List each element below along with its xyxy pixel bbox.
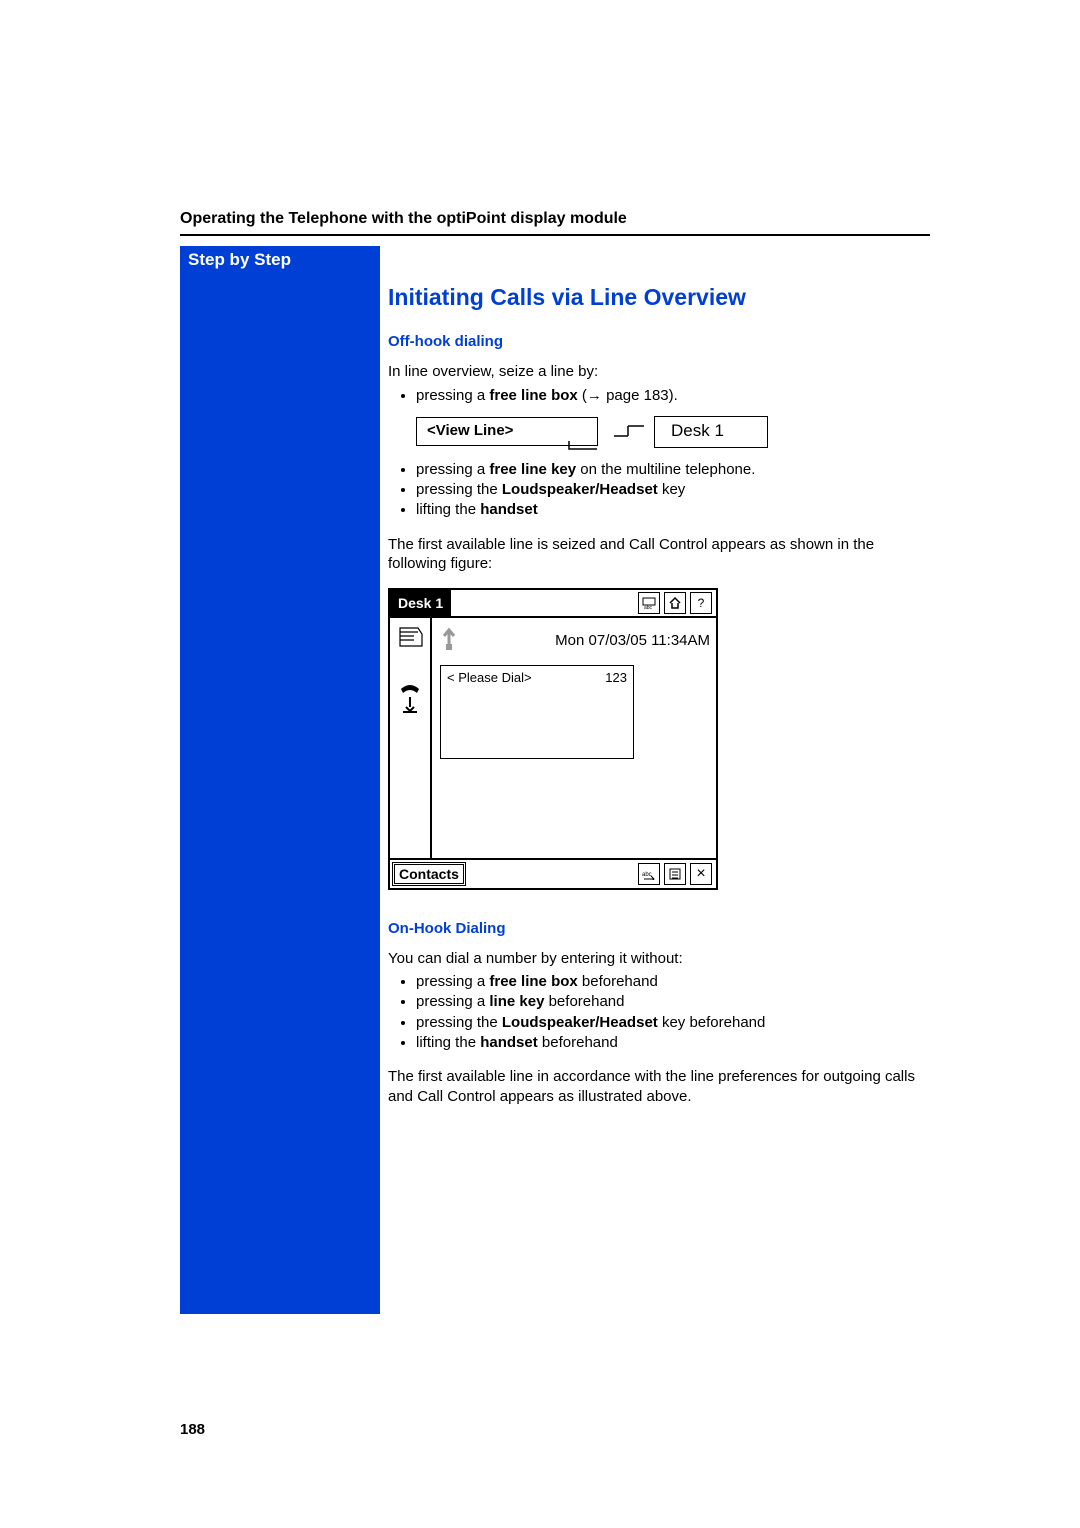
contacts-button: Contacts: [392, 862, 466, 886]
text: on the multiline telephone.: [576, 461, 755, 478]
bold-text: free line key: [489, 461, 576, 478]
svg-text:abc: abc: [644, 605, 653, 609]
text: pressing a: [416, 387, 489, 404]
note-icon: [396, 624, 424, 655]
on-hook-intro: You can dial a number by entering it wit…: [388, 949, 930, 969]
abc-arrow-icon: abc: [638, 863, 660, 885]
desk-box: Desk 1: [654, 416, 768, 448]
text: (: [578, 387, 587, 404]
bold-text: handset: [480, 501, 538, 518]
off-hook-bullet-2: pressing a free line key on the multilin…: [416, 460, 930, 480]
connector-line: [561, 441, 597, 455]
on-hook-bullet-4: lifting the handset beforehand: [416, 1033, 930, 1053]
bold-text: free line box: [489, 973, 577, 990]
section-title: Initiating Calls via Line Overview: [388, 284, 930, 311]
bold-text: Loudspeaker/Headset: [502, 1014, 658, 1031]
text: key beforehand: [658, 1014, 766, 1031]
bold-text: Loudspeaker/Headset: [502, 481, 658, 498]
text: lifting the: [416, 501, 480, 518]
on-hook-bullet-2: pressing a line key beforehand: [416, 992, 930, 1012]
view-line-graphic: <View Line> Desk 1: [416, 416, 930, 448]
text: pressing a: [416, 973, 489, 990]
figure-timestamp: Mon 07/03/05 11:34AM: [555, 632, 710, 649]
page-number: 188: [180, 1421, 205, 1438]
dial-prompt: < Please Dial>: [447, 670, 532, 754]
view-line-label: <View Line>: [427, 422, 513, 439]
sidebar-label: Step by Step: [180, 246, 380, 274]
phone-display-figure: Desk 1 abc ?: [388, 588, 718, 890]
off-hook-bullet-3: pressing the Loudspeaker/Headset key: [416, 480, 930, 500]
text: key: [658, 481, 686, 498]
text: page 183).: [602, 387, 678, 404]
text: beforehand: [578, 973, 658, 990]
off-hook-bullet-4: lifting the handset: [416, 500, 930, 520]
list-icon: [664, 863, 686, 885]
on-hook-after: The first available line in accordance w…: [388, 1067, 930, 1106]
off-hook-bullet-1: pressing a free line box (→ page 183).: [416, 386, 930, 406]
dial-num: 123: [605, 670, 627, 754]
view-line-box: <View Line>: [416, 417, 598, 446]
text: beforehand: [542, 1034, 618, 1051]
off-hook-intro: In line overview, seize a line by:: [388, 362, 930, 382]
main-content: Initiating Calls via Line Overview Off-h…: [388, 246, 930, 1110]
close-icon: ×: [690, 863, 712, 885]
on-hook-heading: On-Hook Dialing: [388, 920, 930, 937]
on-hook-bullet-1: pressing a free line box beforehand: [416, 972, 930, 992]
keyboard-icon: abc: [638, 592, 660, 614]
header-rule: [180, 234, 930, 236]
figure-tab: Desk 1: [390, 590, 451, 616]
bold-text: handset: [480, 1034, 542, 1051]
sidebar-fill: [180, 274, 380, 1314]
text: pressing a: [416, 993, 489, 1010]
text: pressing a: [416, 461, 489, 478]
text: pressing the: [416, 1014, 502, 1031]
arrow-icon: →: [587, 387, 602, 404]
off-hook-heading: Off-hook dialing: [388, 333, 930, 350]
bold-text: free line box: [489, 387, 577, 404]
sidebar: Step by Step: [180, 246, 380, 1314]
text: beforehand: [544, 993, 624, 1010]
text: pressing the: [416, 481, 502, 498]
home-icon: [664, 592, 686, 614]
connector: [616, 426, 636, 438]
bold-text: line key: [489, 993, 544, 1010]
on-hook-bullet-3: pressing the Loudspeaker/Headset key bef…: [416, 1013, 930, 1033]
dial-box: < Please Dial> 123: [440, 665, 634, 759]
running-header: Operating the Telephone with the optiPoi…: [180, 210, 930, 228]
off-hook-after: The first available line is seized and C…: [388, 535, 930, 574]
svg-text:abc: abc: [642, 872, 652, 878]
handset-down-icon: [397, 683, 423, 718]
help-icon: ?: [690, 592, 712, 614]
text: lifting the: [416, 1034, 480, 1051]
mic-up-icon: [438, 624, 460, 657]
